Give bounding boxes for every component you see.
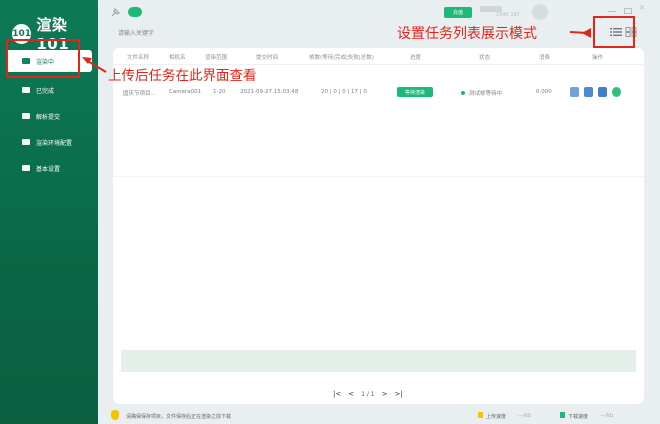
annotation-arrows	[82, 28, 591, 73]
